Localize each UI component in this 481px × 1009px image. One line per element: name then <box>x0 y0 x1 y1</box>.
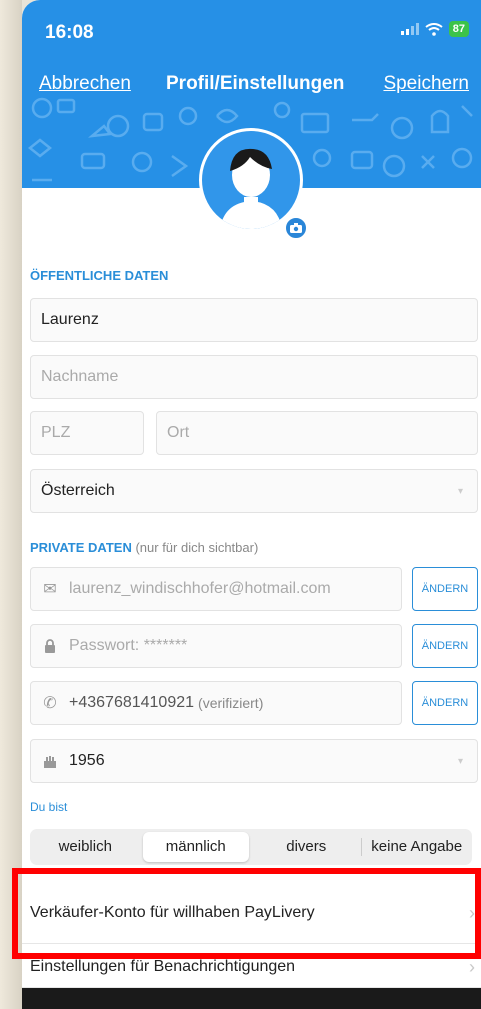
password-field[interactable]: Passwort: ******* <box>30 624 402 668</box>
wifi-icon <box>425 22 443 36</box>
app-screen: 16:08 87 Abbrechen Profil/Einstellungen … <box>22 0 481 1009</box>
chevron-down-icon: ▾ <box>457 485 463 497</box>
country-value: Österreich <box>41 482 115 499</box>
signal-icon <box>400 23 419 35</box>
birthyear-value: 1956 <box>69 752 105 769</box>
device-bottom-bezel <box>22 988 481 1009</box>
firstname-field[interactable]: Laurenz <box>30 298 478 342</box>
lock-icon <box>41 639 59 653</box>
change-phone-button[interactable]: ÄNDERN <box>412 681 478 725</box>
lastname-field[interactable]: Nachname <box>30 355 478 399</box>
person-icon <box>220 148 282 229</box>
country-select[interactable]: Österreich ▾ <box>30 469 478 513</box>
gender-segmented-control: weiblich männlich divers keine Angabe <box>30 829 472 865</box>
email-field[interactable]: ✉ laurenz_windischhofer@hotmail.com <box>30 567 402 611</box>
page-title: Profil/Einstellungen <box>166 73 345 94</box>
status-time: 16:08 <box>45 22 94 43</box>
chevron-right-icon: › <box>469 957 475 977</box>
private-data-heading: PRIVATE DATEN (nur für dich sichtbar) <box>30 540 258 555</box>
email-value: laurenz_windischhofer@hotmail.com <box>69 580 331 597</box>
change-email-button[interactable]: ÄNDERN <box>412 567 478 611</box>
gender-option-female[interactable]: weiblich <box>32 832 139 862</box>
phone-icon: ✆ <box>43 695 57 712</box>
mail-icon: ✉ <box>43 581 57 598</box>
nav-bar: Abbrechen Profil/Einstellungen Speichern <box>22 73 481 103</box>
gender-option-male[interactable]: männlich <box>142 832 249 862</box>
private-data-note: (nur für dich sichtbar) <box>135 540 259 555</box>
gender-option-none[interactable]: keine Angabe <box>360 832 471 862</box>
change-password-button[interactable]: ÄNDERN <box>412 624 478 668</box>
avatar[interactable] <box>199 128 303 232</box>
chevron-down-icon: ▾ <box>457 755 463 767</box>
save-button[interactable]: Speichern <box>383 73 469 95</box>
birthyear-select[interactable]: 1956 ▾ <box>30 739 478 783</box>
gender-option-diverse[interactable]: divers <box>253 832 360 862</box>
city-field[interactable]: Ort <box>156 411 478 455</box>
public-data-heading: ÖFFENTLICHE DATEN <box>30 268 169 283</box>
phone-value: +4367681410921 <box>69 694 195 711</box>
highlight-box <box>12 868 481 959</box>
private-data-title: PRIVATE DATEN <box>30 540 132 555</box>
phone-status: (verifiziert) <box>198 695 264 711</box>
status-indicators: 87 <box>400 21 469 37</box>
camera-icon[interactable] <box>284 216 308 240</box>
battery-icon: 87 <box>448 21 469 37</box>
password-value: Passwort: ******* <box>69 637 188 654</box>
notification-settings-label: Einstellungen für Benachrichtigungen <box>30 958 296 975</box>
cancel-button[interactable]: Abbrechen <box>39 73 131 95</box>
background-edge <box>0 0 22 1009</box>
gender-label: Du bist <box>30 800 68 814</box>
zip-field[interactable]: PLZ <box>30 411 144 455</box>
cake-icon <box>41 754 59 768</box>
phone-field[interactable]: ✆ +4367681410921 (verifiziert) <box>30 681 402 725</box>
